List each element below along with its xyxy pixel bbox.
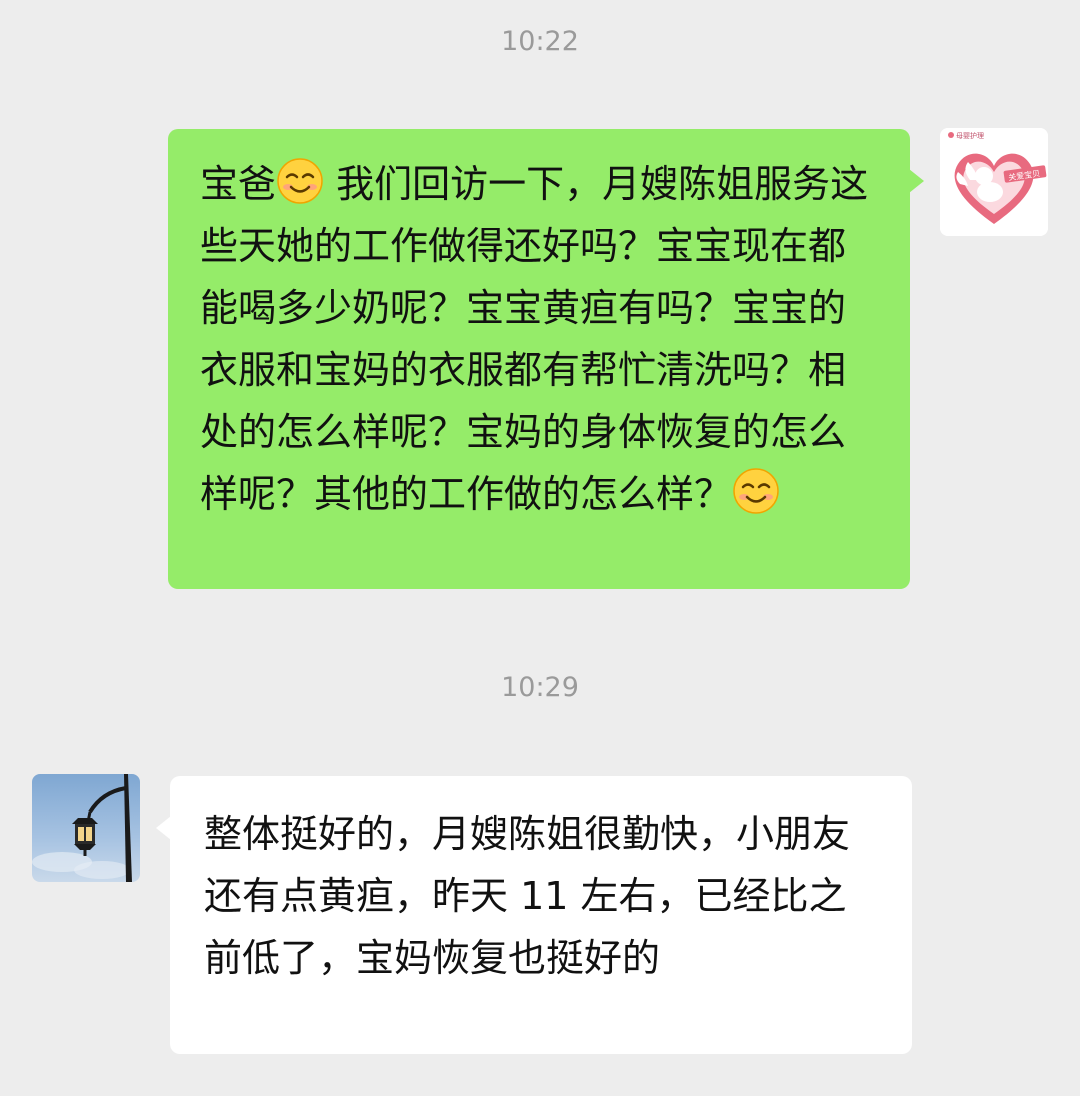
- smiling-face-emoji-icon: [277, 158, 323, 204]
- message-text: 整体挺好的，月嫂陈姐很勤快，小朋友还有点黄疸，昨天 11 左右，已经比之前低了，…: [204, 812, 851, 980]
- message-text: 宝爸 我们回访一下，月嫂陈姐服务这些天她的工作做得还好吗？宝宝现在都能喝多少奶呢…: [200, 153, 880, 525]
- contact-avatar[interactable]: [32, 774, 140, 882]
- bubble-tail: [909, 169, 924, 193]
- message-text-part: 我们回访一下，月嫂陈姐服务这些天她的工作做得还好吗？宝宝现在都能喝多少奶呢？宝宝…: [200, 162, 869, 516]
- logo-small-text: 母婴护理: [956, 131, 984, 140]
- timestamp: 10:22: [501, 26, 579, 57]
- incoming-message-bubble[interactable]: 整体挺好的，月嫂陈姐很勤快，小朋友还有点黄疸，昨天 11 左右，已经比之前低了，…: [156, 776, 912, 1054]
- bubble-tail: [156, 816, 171, 840]
- cupid-heart-logo-icon: 母婴护理 关爱宝贝: [940, 128, 1048, 236]
- my-avatar[interactable]: 母婴护理 关爱宝贝: [940, 128, 1048, 236]
- smiling-face-emoji-icon: [733, 468, 779, 514]
- message-text-part: 宝爸: [200, 162, 277, 206]
- street-lamp-sky-icon: [32, 774, 140, 882]
- outgoing-message-bubble[interactable]: 宝爸 我们回访一下，月嫂陈姐服务这些天她的工作做得还好吗？宝宝现在都能喝多少奶呢…: [168, 129, 924, 589]
- timestamp: 10:29: [501, 672, 579, 703]
